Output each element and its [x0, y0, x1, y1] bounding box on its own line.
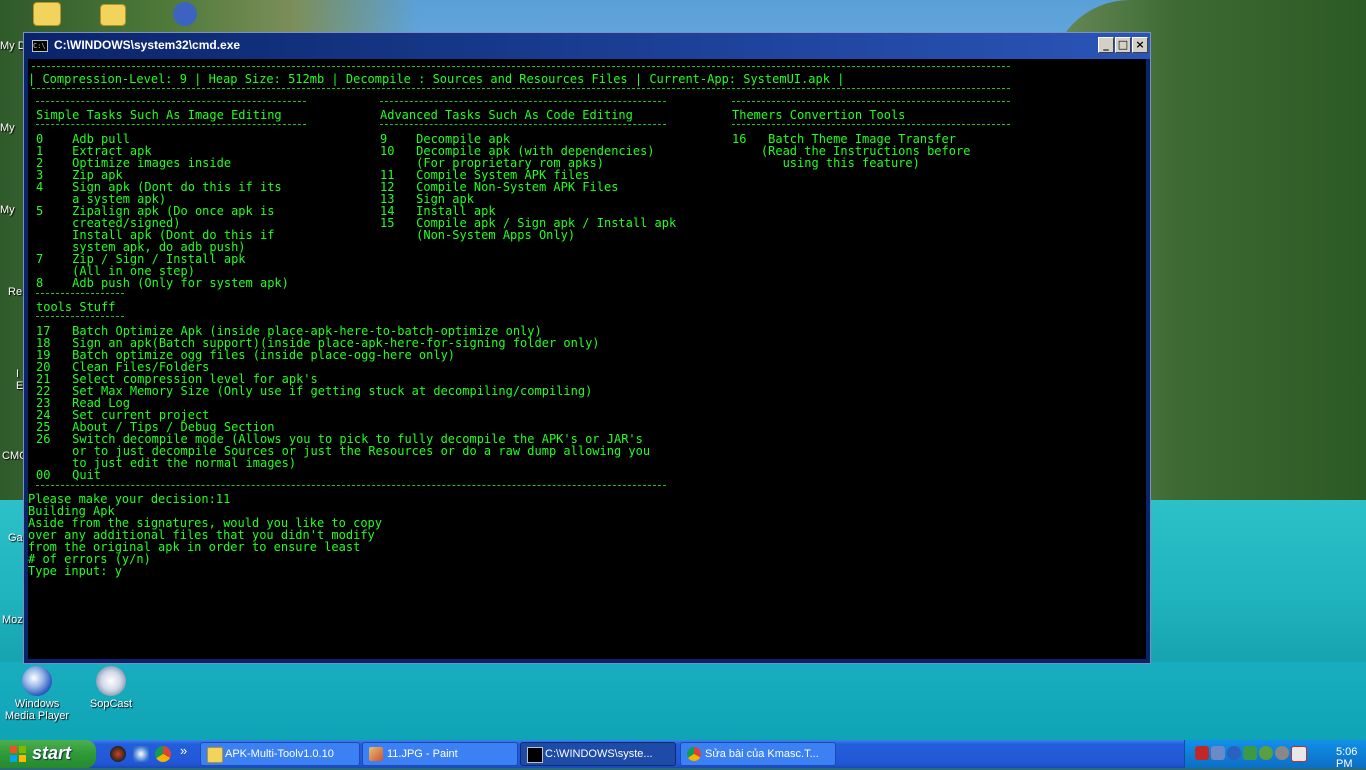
desktop-edge-label[interactable]: My: [0, 122, 15, 134]
divider: [380, 101, 666, 102]
quicklaunch-app-icon[interactable]: [110, 746, 126, 762]
shield-icon[interactable]: [133, 746, 149, 762]
window-titlebar[interactable]: C:\ C:\WINDOWS\system32\cmd.exe _ □ ×: [24, 33, 1150, 59]
minimize-button[interactable]: _: [1098, 37, 1114, 53]
task-button-paint[interactable]: 11.JPG - Paint: [362, 742, 518, 766]
update-icon[interactable]: [1243, 746, 1257, 760]
speaker-icon[interactable]: [1275, 746, 1289, 760]
desktop-icon-label: SopCast: [89, 698, 133, 710]
chrome-icon: [687, 747, 701, 761]
task-label: 11.JPG - Paint: [387, 748, 458, 760]
network-icon[interactable]: [1211, 746, 1225, 760]
desktop-icon-my-documents[interactable]: [12, 2, 82, 28]
divider: [380, 124, 666, 125]
start-button[interactable]: start: [0, 740, 96, 768]
desktop-edge-label[interactable]: Re: [8, 286, 22, 298]
media-player-icon: [22, 666, 52, 696]
antivirus-icon[interactable]: [1259, 746, 1273, 760]
desktop-edge-label[interactable]: My: [0, 204, 15, 216]
desktop-edge-label[interactable]: Moz: [2, 614, 23, 626]
tools-line: 00 Quit: [36, 468, 102, 482]
desktop-edge-label[interactable]: My D: [0, 40, 26, 52]
desktop-icon-windows-media-player[interactable]: Windows Media Player: [2, 666, 72, 722]
paint-icon: [369, 747, 383, 761]
themers-tools-header: Themers Convertion Tools: [732, 108, 906, 122]
system-tray: 5:06 PM: [1184, 740, 1366, 770]
desktop-icon-sopcast[interactable]: SopCast: [76, 666, 146, 710]
task-button-cmd[interactable]: C:\WINDOWS\syste...: [520, 742, 676, 766]
chrome-icon[interactable]: [155, 746, 171, 762]
console-output[interactable]: | Compression-Level: 9 | Heap Size: 512m…: [28, 59, 1146, 659]
desktop-edge-label[interactable]: I: [16, 368, 19, 380]
task-label: Sửa bài của Kmasc.T...: [705, 748, 819, 760]
task-label: APK-Multi-Toolv1.0.10: [225, 748, 334, 760]
divider: [36, 316, 124, 317]
tray-app-icon[interactable]: [1195, 746, 1209, 760]
advanced-task-line: (Non-System Apps Only): [380, 228, 576, 242]
desktop-edge-label[interactable]: Ga: [8, 532, 23, 544]
shield-icon[interactable]: [1227, 746, 1241, 760]
cmd-window[interactable]: C:\ C:\WINDOWS\system32\cmd.exe _ □ × | …: [23, 32, 1151, 664]
divider: [36, 124, 306, 125]
simple-tasks-header: Simple Tasks Such As Image Editing: [36, 108, 282, 122]
folder-icon: [207, 747, 223, 763]
task-button-apk-multi-tool[interactable]: APK-Multi-Toolv1.0.10: [200, 742, 360, 766]
task-button-chrome[interactable]: Sửa bài của Kmasc.T...: [680, 742, 836, 766]
quicklaunch-more-icon[interactable]: »: [180, 743, 187, 758]
tools-stuff-header: tools Stuff: [36, 300, 116, 314]
window-title: C:\WINDOWS\system32\cmd.exe: [54, 38, 241, 52]
divider: [732, 124, 1010, 125]
cmd-icon: [527, 747, 543, 763]
divider: [36, 101, 306, 102]
status-line: | Compression-Level: 9 | Heap Size: 512m…: [28, 72, 845, 86]
desktop-icon-folder[interactable]: [78, 4, 148, 28]
divider: [36, 293, 124, 294]
taskbar: start » APK-Multi-Toolv1.0.10 11.JPG - P…: [0, 740, 1366, 770]
divider: [732, 101, 1010, 102]
desktop-icon-label: Windows Media Player: [4, 698, 70, 722]
folder-icon: [33, 2, 61, 26]
checkmark-icon[interactable]: [1291, 746, 1307, 762]
folder-icon: [100, 4, 126, 26]
cmd-icon[interactable]: C:\: [32, 40, 48, 52]
start-label: start: [32, 743, 72, 763]
input-prompt-line[interactable]: Type input: y: [28, 565, 122, 577]
advanced-tasks-header: Advanced Tasks Such As Code Editing: [380, 108, 633, 122]
themers-task-line: using this feature): [732, 156, 920, 170]
sopcast-icon: [96, 666, 126, 696]
desktop-icon-media[interactable]: [150, 2, 220, 28]
task-label: C:\WINDOWS\syste...: [545, 748, 653, 760]
clock[interactable]: 5:06 PM: [1336, 746, 1366, 770]
divider: [36, 485, 666, 486]
divider: [32, 66, 1010, 67]
wallpaper-lagoon: [0, 662, 1366, 740]
close-button[interactable]: ×: [1132, 37, 1148, 53]
media-icon: [173, 2, 197, 26]
divider: [32, 88, 1010, 89]
simple-task-line: 8 Adb push (Only for system apk): [36, 276, 289, 290]
windows-flag-icon: [10, 746, 26, 762]
maximize-button[interactable]: □: [1115, 37, 1131, 53]
